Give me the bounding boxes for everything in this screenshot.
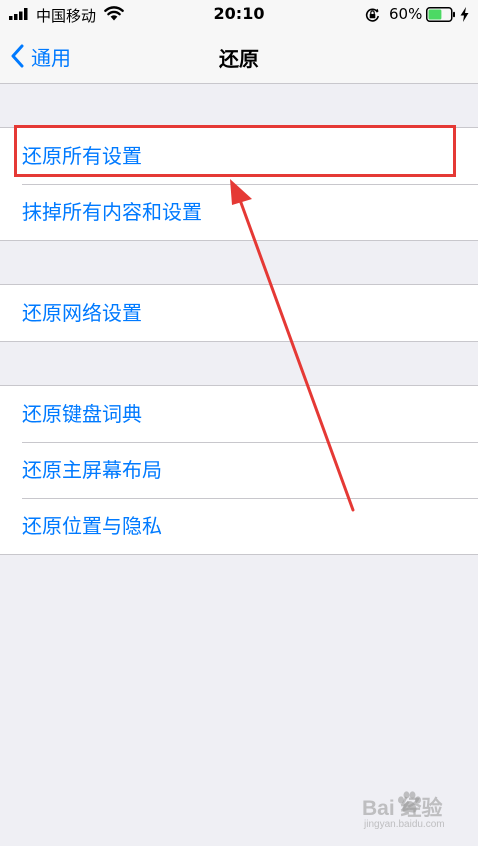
list-item-label: 还原位置与隐私 bbox=[22, 514, 162, 538]
navigation-bar: 通用 还原 bbox=[0, 30, 478, 84]
status-bar: 中国移动 20:10 60% bbox=[0, 0, 478, 30]
battery-percent: 60% bbox=[389, 5, 423, 23]
orientation-lock-icon bbox=[365, 8, 379, 22]
reset-home-screen-layout-item[interactable]: 还原主屏幕布局 bbox=[0, 442, 478, 498]
reset-group-2: 还原网络设置 bbox=[0, 284, 478, 342]
watermark-url: jingyan.baidu.com bbox=[364, 819, 445, 830]
baidu-watermark: Bai 经验 jingyan.baidu.com bbox=[358, 790, 468, 836]
page-title: 还原 bbox=[219, 47, 259, 71]
list-item-label: 还原键盘词典 bbox=[22, 402, 142, 426]
erase-all-content-item[interactable]: 抹掉所有内容和设置 bbox=[0, 184, 478, 240]
list-item-label: 还原网络设置 bbox=[22, 301, 142, 325]
highlight-box bbox=[14, 125, 456, 177]
reset-group-3: 还原键盘词典 还原主屏幕布局 还原位置与隐私 bbox=[0, 385, 478, 555]
reset-keyboard-dictionary-item[interactable]: 还原键盘词典 bbox=[0, 386, 478, 442]
battery-icon bbox=[426, 7, 455, 22]
reset-network-settings-item[interactable]: 还原网络设置 bbox=[0, 285, 478, 341]
paw-logo-icon bbox=[398, 791, 421, 813]
list-item-label: 还原主屏幕布局 bbox=[22, 458, 162, 482]
charging-bolt-icon bbox=[460, 7, 469, 22]
reset-location-privacy-item[interactable]: 还原位置与隐私 bbox=[0, 498, 478, 554]
list-item-label: 抹掉所有内容和设置 bbox=[22, 200, 202, 224]
